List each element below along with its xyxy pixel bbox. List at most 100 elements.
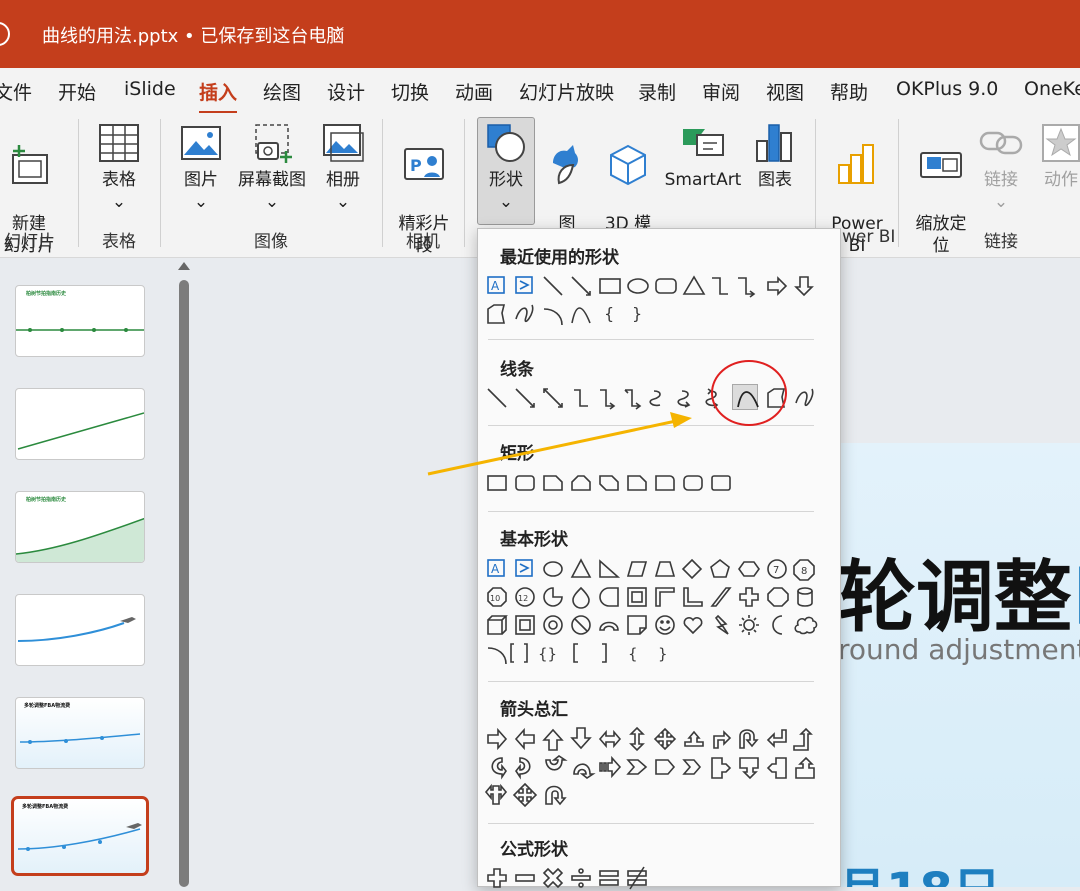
slide-thumbnail-3[interactable]: 柏树节拍指南历史 <box>15 491 145 563</box>
basic-shapes-row-3 <box>482 612 822 638</box>
chevron-down-icon: ⌄ <box>335 192 351 212</box>
tab-transitions[interactable]: 切换 <box>391 78 429 105</box>
slide-title: 轮调整F <box>838 535 1080 647</box>
diamond-icon <box>681 558 703 580</box>
tab-islide[interactable]: iSlide <box>124 78 176 100</box>
basic-shapes-row-2: 10 12 <box>482 584 822 610</box>
double-bracket-icon <box>510 643 528 663</box>
chart-button[interactable]: 图表 <box>750 121 800 191</box>
circular-arrow-icon <box>545 785 567 806</box>
group-label-table: 表格 <box>102 232 136 252</box>
block-arc-icon <box>599 621 619 631</box>
trapezoid-icon <box>654 561 676 577</box>
tab-onekey[interactable]: OneKe <box>1024 78 1080 100</box>
left-right-up-arrow-icon <box>684 730 704 747</box>
right-arrow-callout-icon <box>711 757 732 779</box>
zoom-icon <box>920 152 962 178</box>
tab-design[interactable]: 设计 <box>327 78 365 105</box>
snip-corner-rectangle-icon <box>543 475 563 491</box>
zoom-button[interactable]: 缩放定 位 <box>910 121 972 257</box>
tab-view[interactable]: 视图 <box>766 78 804 105</box>
slide-title-dark: 轮调整 <box>838 553 1073 643</box>
right-brace-icon: } <box>632 304 642 323</box>
down-arrow-icon <box>570 727 592 750</box>
tab-record[interactable]: 录制 <box>638 78 676 105</box>
curved-down-arrow-icon <box>573 763 596 779</box>
action-button[interactable]: 动作 <box>1036 121 1080 191</box>
group-label-images: 图像 <box>254 232 288 252</box>
clip-icon: P <box>404 148 444 180</box>
pentagon-arrow-icon <box>655 759 676 775</box>
screenshot-button[interactable]: 屏幕截图 ⌄ <box>234 121 310 213</box>
shapes-button[interactable]: 形状 ⌄ <box>480 121 532 213</box>
slide-thumbnail-4[interactable] <box>15 594 145 666</box>
line-icon <box>487 388 507 408</box>
cloud-icon <box>794 616 818 635</box>
scroll-up-arrow-icon[interactable] <box>178 262 190 270</box>
link-icon <box>979 131 1023 155</box>
pie-icon <box>543 587 563 607</box>
lightning-bolt-icon <box>714 614 729 635</box>
tab-file[interactable]: 文件 <box>0 78 32 105</box>
slide-thumbnail-1[interactable]: 柏树节拍指南历史 <box>15 285 145 357</box>
bent-up-arrow-icon <box>793 727 813 751</box>
slide-thumbnail-2[interactable] <box>15 388 145 460</box>
oval-icon <box>627 278 649 294</box>
tab-okplus[interactable]: OKPlus 9.0 <box>896 78 998 100</box>
tab-draw[interactable]: 绘图 <box>263 78 301 105</box>
thumb-title: 柏树节拍指南历史 <box>26 497 67 503</box>
half-frame-icon <box>655 587 675 607</box>
tab-animations[interactable]: 动画 <box>455 78 493 105</box>
hexagon-icon <box>738 561 760 577</box>
arc-icon <box>543 308 563 326</box>
vertical-text-box-icon <box>515 276 533 294</box>
plane-thumb-graphic <box>17 617 136 642</box>
line-icon <box>543 276 563 296</box>
round-diagonal-rectangle-icon <box>711 475 731 491</box>
curved-left-arrow-icon <box>515 757 531 780</box>
vertical-text-box-icon <box>515 559 533 577</box>
svg-text:A: A <box>491 562 500 576</box>
tab-slideshow[interactable]: 幻灯片放映 <box>519 78 614 105</box>
screenshot-icon <box>255 124 292 163</box>
timeline-thumb-graphic <box>17 823 142 851</box>
divide-icon <box>571 868 591 888</box>
heptagon-icon: 7 <box>767 559 787 579</box>
elbow-connector-icon <box>712 277 728 295</box>
slide-thumbnail-5[interactable]: 多轮调整FBA物流费 <box>15 697 145 769</box>
tab-insert[interactable]: 插入 <box>199 78 238 114</box>
down-arrow-callout-icon <box>739 757 759 780</box>
group-label-slides: 幻灯片 <box>4 232 55 252</box>
chevron-down-icon: ⌄ <box>993 192 1009 212</box>
block-arrows-row-2 <box>482 754 822 780</box>
slide-subtitle: round adjustment <box>838 633 1080 666</box>
link-button[interactable]: 链接 ⌄ <box>978 121 1024 213</box>
scrollbar-thumb[interactable] <box>179 280 189 887</box>
slide-canvas[interactable]: 轮调整F round adjustment 月18日 <box>838 443 1080 887</box>
album-button[interactable]: 相册 ⌄ <box>318 121 368 213</box>
autosave-icon[interactable] <box>0 22 10 46</box>
moon-icon <box>772 615 783 635</box>
tab-help[interactable]: 帮助 <box>830 78 868 105</box>
notched-right-arrow-icon <box>626 759 648 775</box>
up-down-arrow-icon <box>629 726 645 752</box>
section-recent-shapes: 最近使用的形状 <box>500 248 619 268</box>
tab-home[interactable]: 开始 <box>58 78 96 105</box>
scribble-icon <box>795 388 814 407</box>
chevron-down-icon[interactable]: ﹀ <box>330 24 344 44</box>
striped-right-arrow-icon <box>599 755 622 779</box>
text-box-icon: A <box>487 559 505 577</box>
pentagon-icon <box>710 558 730 578</box>
smartart-button[interactable]: SmartArt <box>662 121 744 191</box>
left-brace-icon: { <box>604 304 614 323</box>
slide-thumbnail-6-selected[interactable]: 多轮调整FBA物流费 <box>11 796 149 876</box>
snip-diagonal-rectangle-icon <box>599 475 619 491</box>
icons-icon <box>553 145 578 185</box>
svg-text:10: 10 <box>490 594 500 603</box>
rounded-rectangle-icon <box>515 475 535 491</box>
section-equation-shapes: 公式形状 <box>500 840 568 860</box>
freeform-shape-icon <box>487 304 506 324</box>
tab-review[interactable]: 审阅 <box>702 78 740 105</box>
picture-button[interactable]: 图片 ⌄ <box>176 121 226 213</box>
table-button[interactable]: 表格 ⌄ <box>92 121 146 213</box>
